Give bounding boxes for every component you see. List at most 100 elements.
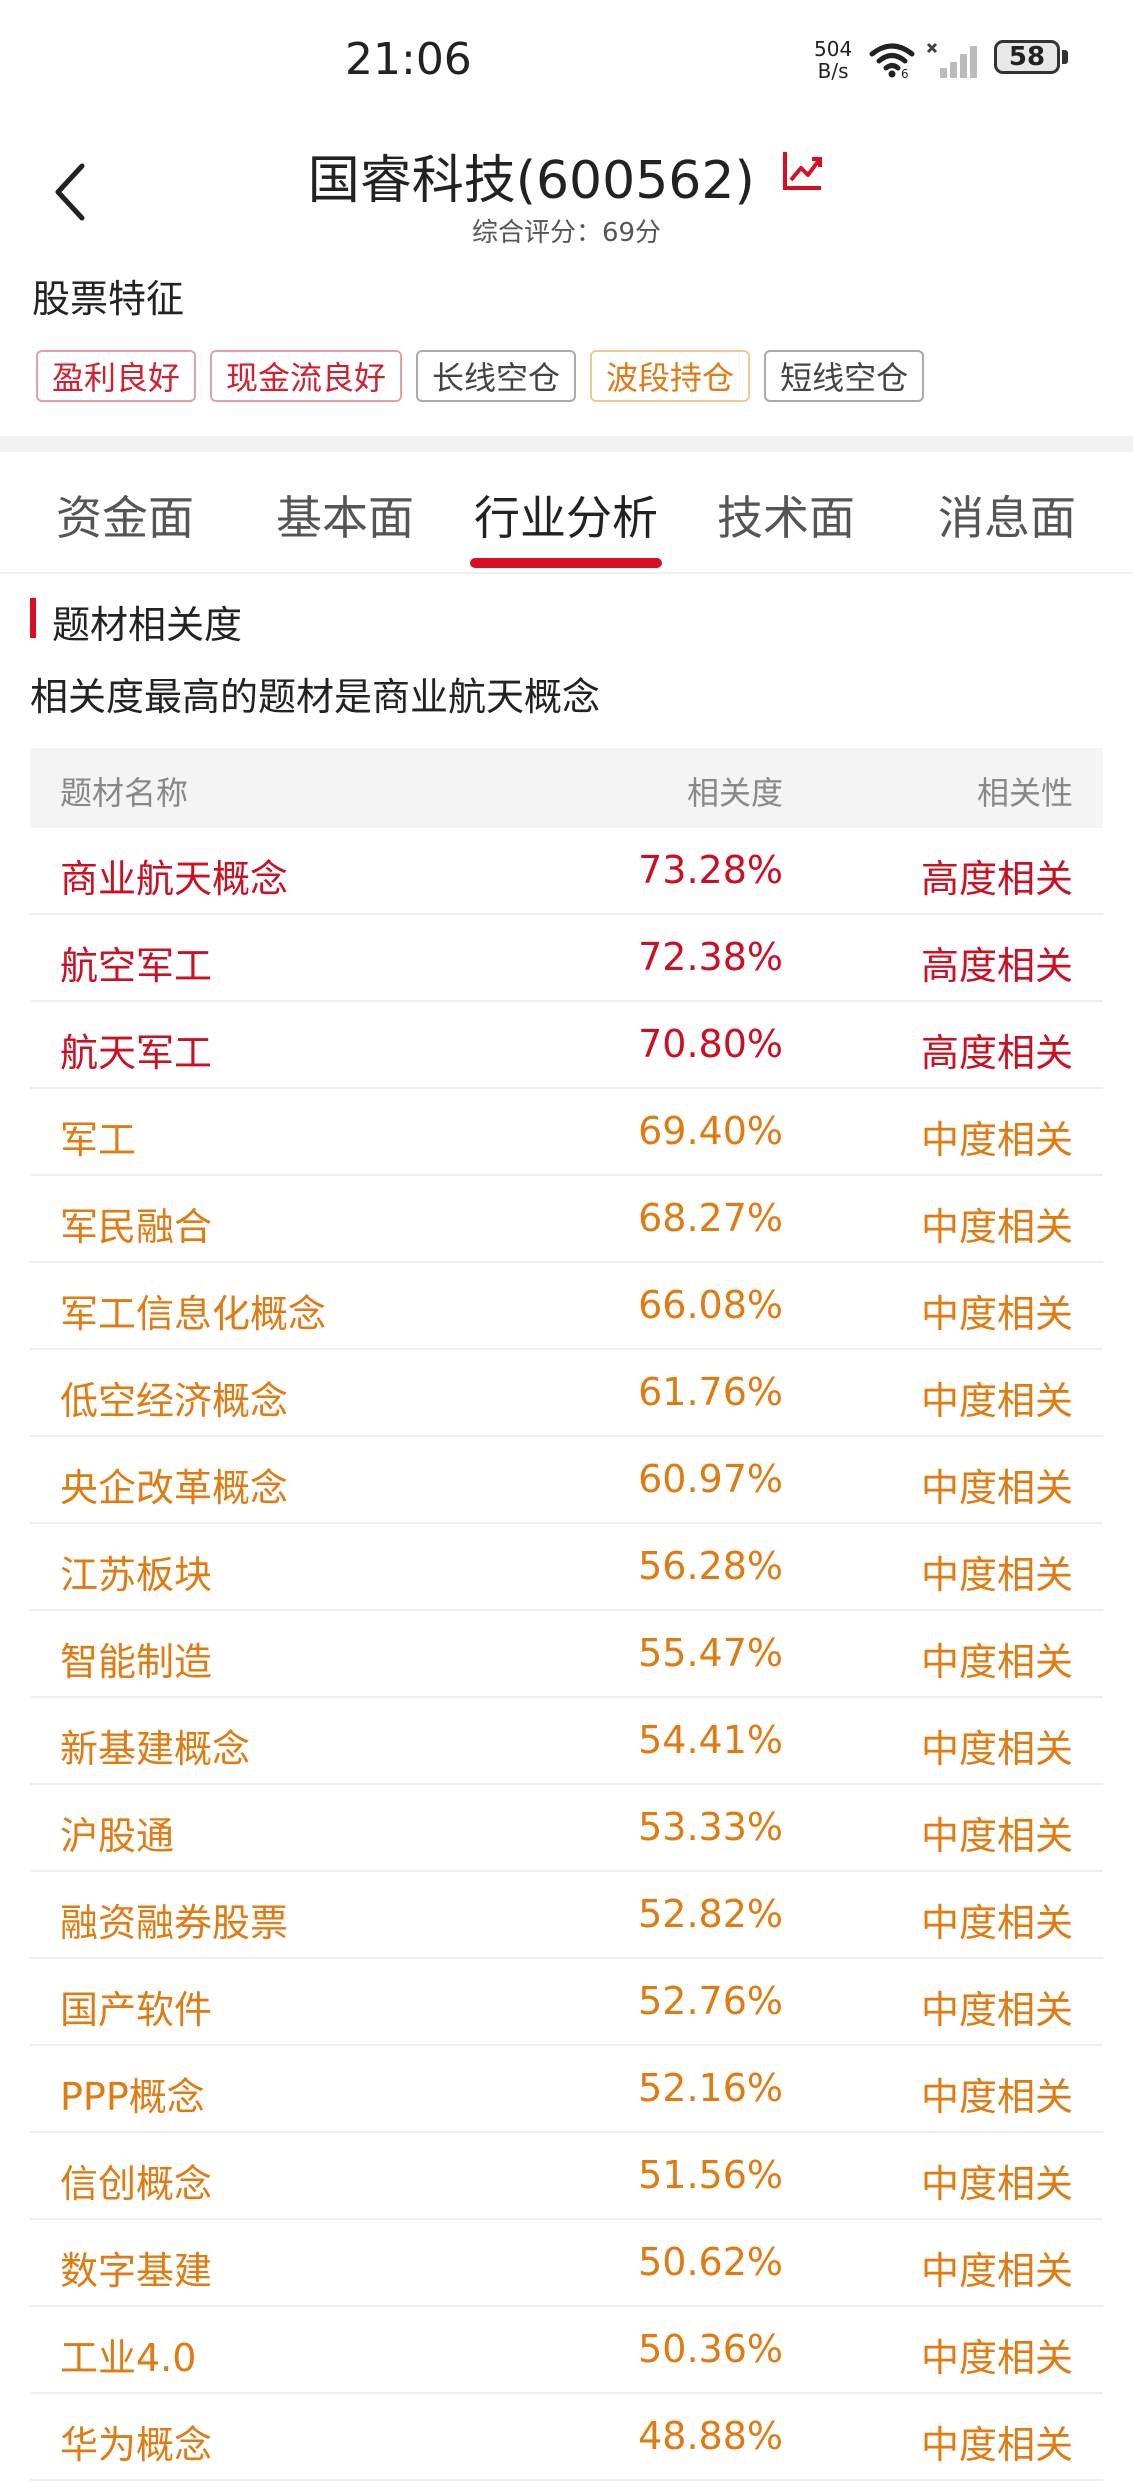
- relevance-label: 中度相关: [920, 1640, 1073, 1684]
- correlation-degree: 60.97%: [638, 1457, 783, 1501]
- table-row[interactable]: 信创概念 51.56% 中度相关: [30, 2133, 1103, 2220]
- correlation-degree: 70.80%: [638, 1022, 783, 1066]
- theme-name: 信创概念: [60, 2162, 213, 2206]
- relevance-label: 中度相关: [920, 1901, 1073, 1945]
- feature-tag: 长线空仓: [416, 350, 577, 402]
- table-row[interactable]: 低空经济概念 61.76% 中度相关: [30, 1350, 1103, 1437]
- active-tab-indicator: [470, 558, 662, 568]
- relevance-label: 高度相关: [920, 944, 1073, 988]
- table-row[interactable]: PPP概念 52.16% 中度相关: [30, 2046, 1103, 2133]
- table-row[interactable]: 融资融券股票 52.82% 中度相关: [30, 1872, 1103, 1959]
- tab-industry-analysis[interactable]: 行业分析: [456, 482, 676, 548]
- table-row[interactable]: 商业航天概念 73.28% 高度相关: [30, 828, 1103, 915]
- theme-name: 沪股通: [60, 1814, 175, 1858]
- correlation-degree: 50.36%: [638, 2327, 783, 2371]
- page-header: 国睿科技(600562) 综合评分：69分: [0, 130, 1133, 260]
- correlation-degree: 61.76%: [638, 1370, 783, 1414]
- table-row[interactable]: 工业4.0 50.36% 中度相关: [30, 2307, 1103, 2394]
- correlation-degree: 50.62%: [638, 2240, 783, 2284]
- theme-name: 江苏板块: [60, 1553, 213, 1597]
- theme-name: 低空经济概念: [60, 1379, 289, 1423]
- theme-name: PPP概念: [60, 2075, 205, 2119]
- table-row[interactable]: 沪股通 53.33% 中度相关: [30, 1785, 1103, 1872]
- relevance-label: 中度相关: [920, 1553, 1073, 1597]
- tab-news[interactable]: 消息面: [897, 482, 1117, 548]
- theme-name: 央企改革概念: [60, 1466, 289, 1510]
- column-header-relevance: 相关性: [976, 774, 1073, 812]
- correlation-degree: 48.88%: [638, 2414, 783, 2458]
- table-row[interactable]: 江苏板块 56.28% 中度相关: [30, 1524, 1103, 1611]
- feature-tag: 现金流良好: [210, 350, 403, 402]
- correlation-degree: 66.08%: [638, 1283, 783, 1327]
- table-row[interactable]: 央企改革概念 60.97% 中度相关: [30, 1437, 1103, 1524]
- status-time: 21:06: [345, 34, 472, 85]
- relevance-label: 中度相关: [920, 2423, 1073, 2467]
- table-body: 商业航天概念 73.28% 高度相关 航空军工 72.38% 高度相关 航天军工 70.80%…: [30, 828, 1103, 2481]
- theme-name: 军民融合: [60, 1205, 213, 1249]
- theme-name: 新基建概念: [60, 1727, 251, 1771]
- feature-tag: 盈利良好: [36, 350, 197, 402]
- section-summary: 相关度最高的题材是商业航天概念: [30, 675, 601, 719]
- feature-tag: 波段持仓: [590, 350, 751, 402]
- theme-name: 智能制造: [60, 1640, 213, 1684]
- theme-name: 航天军工: [60, 1031, 213, 1075]
- relevance-label: 中度相关: [920, 1205, 1073, 1249]
- relevance-label: 中度相关: [920, 1727, 1073, 1771]
- network-speed: 504 B/s: [814, 38, 852, 82]
- trend-line-icon[interactable]: [781, 148, 825, 192]
- theme-name: 数字基建: [60, 2249, 213, 2293]
- table-row[interactable]: 军民融合 68.27% 中度相关: [30, 1176, 1103, 1263]
- table-row[interactable]: 航天军工 70.80% 高度相关: [30, 1002, 1103, 1089]
- correlation-degree: 73.28%: [638, 848, 783, 892]
- relevance-label: 中度相关: [920, 2249, 1073, 2293]
- table-row[interactable]: 数字基建 50.62% 中度相关: [30, 2220, 1103, 2307]
- correlation-degree: 52.82%: [638, 1892, 783, 1936]
- table-header: 题材名称 相关度 相关性: [30, 748, 1103, 828]
- relevance-label: 中度相关: [920, 2162, 1073, 2206]
- table-row[interactable]: 军工信息化概念 66.08% 中度相关: [30, 1263, 1103, 1350]
- theme-name: 华为概念: [60, 2423, 213, 2467]
- feature-tag: 短线空仓: [764, 350, 925, 402]
- section-accent-bar: [30, 598, 36, 638]
- table-row[interactable]: 国产软件 52.76% 中度相关: [30, 1959, 1103, 2046]
- correlation-degree: 54.41%: [638, 1718, 783, 1762]
- relevance-label: 中度相关: [920, 1988, 1073, 2032]
- correlation-degree: 69.40%: [638, 1109, 783, 1153]
- theme-name: 商业航天概念: [60, 857, 289, 901]
- stock-name-code: 国睿科技(600562): [307, 151, 755, 211]
- correlation-degree: 68.27%: [638, 1196, 783, 1240]
- table-row[interactable]: 华为概念 48.88% 中度相关: [30, 2394, 1103, 2481]
- theme-name: 军工: [60, 1118, 137, 1162]
- battery-level: 58: [1008, 42, 1046, 72]
- relevance-label: 中度相关: [920, 1814, 1073, 1858]
- relevance-label: 中度相关: [920, 1466, 1073, 1510]
- table-row[interactable]: 军工 69.40% 中度相关: [30, 1089, 1103, 1176]
- tab-fundamentals[interactable]: 基本面: [235, 482, 455, 548]
- column-header-name: 题材名称: [60, 774, 189, 812]
- relevance-label: 高度相关: [920, 857, 1073, 901]
- table-row[interactable]: 新基建概念 54.41% 中度相关: [30, 1698, 1103, 1785]
- relevance-label: 中度相关: [920, 2336, 1073, 2380]
- relevance-label: 中度相关: [920, 1379, 1073, 1423]
- analysis-tabs: 资金面 基本面 行业分析 技术面 消息面: [0, 452, 1133, 574]
- table-row[interactable]: 智能制造 55.47% 中度相关: [30, 1611, 1103, 1698]
- tab-capital[interactable]: 资金面: [15, 482, 235, 548]
- column-header-degree: 相关度: [686, 774, 783, 812]
- correlation-degree: 72.38%: [638, 935, 783, 979]
- table-row[interactable]: 航空军工 72.38% 高度相关: [30, 915, 1103, 1002]
- relevance-label: 中度相关: [920, 1292, 1073, 1336]
- section-title: 题材相关度: [52, 603, 243, 647]
- tab-technical[interactable]: 技术面: [676, 482, 896, 548]
- status-bar: 21:06 504 B/s 6 58: [0, 0, 1133, 120]
- svg-text:6: 6: [901, 67, 909, 80]
- composite-score: 综合评分：69分: [471, 218, 662, 248]
- page-title: 国睿科技(600562): [0, 138, 1133, 213]
- correlation-degree: 52.76%: [638, 1979, 783, 2023]
- network-speed-value: 504: [814, 37, 853, 61]
- theme-name: 融资融券股票: [60, 1901, 289, 1945]
- theme-name: 国产软件: [60, 1988, 213, 2032]
- battery-icon: 58: [994, 40, 1072, 78]
- theme-correlation-table: 题材名称 相关度 相关性 商业航天概念 73.28% 高度相关 航空军工 72.38% 高…: [30, 748, 1103, 2481]
- correlation-degree: 51.56%: [638, 2153, 783, 2197]
- theme-name: 军工信息化概念: [60, 1292, 327, 1336]
